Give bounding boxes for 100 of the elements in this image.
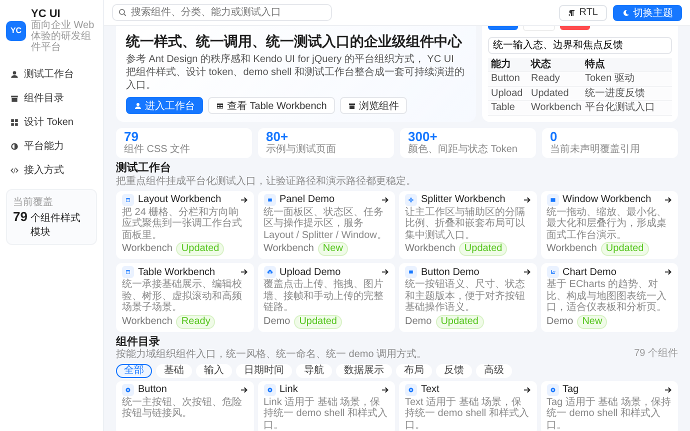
moon-icon (622, 8, 630, 16)
demo-input-field[interactable]: 统一输入态、边界和焦点反馈 (488, 36, 672, 54)
status-tag: Ready (176, 314, 216, 329)
nav-item[interactable]: 测试工作台 (6, 63, 97, 85)
calendar-icon (122, 194, 134, 206)
component-icon (264, 384, 276, 396)
filter-chip[interactable]: 基础 (156, 364, 192, 378)
card-description: 让主工作区与辅助区的分隔比例、折叠和嵌套布局可以集中测试入口。 (405, 206, 526, 242)
card-description: 把 24 栅格、分栏和方向响应式聚焦到一张调工作台式面板里。 (122, 206, 243, 242)
card-title: Upload Demo (280, 266, 342, 278)
component-card[interactable]: Link Link 适用于 基础 场景，保持统一 demo shell 和样式入口。 (258, 380, 395, 431)
hero-title: 统一样式、统一调用、统一测试入口的企业级组件中心 (126, 32, 464, 50)
status-tag: New (318, 242, 348, 256)
workbench-card[interactable]: Panel Demo 统一面板区、状态区、任务区与操作提示区，服务 Layout / Splitter / Window。 Workbench New (258, 190, 395, 260)
panel-icon (405, 266, 417, 278)
stat-label: 当前未声明覆盖引用 (550, 144, 641, 156)
arrow-right-icon (381, 268, 389, 276)
box-icon (348, 102, 356, 110)
filter-chip[interactable]: 高级 (476, 364, 512, 378)
hero-button[interactable]: 查看 Table Workbench (208, 97, 335, 114)
demo-button[interactable] (488, 26, 518, 30)
search-icon (118, 8, 127, 17)
card-description: Tag 适用于 基础 场景，保持统一 demo shell 和样式入口。 (546, 396, 672, 431)
card-description: 统一主按钮、次按钮、危险按钮与链接风。 (122, 396, 243, 420)
arrow-right-icon (240, 268, 248, 276)
card-description: Text 适用于 基础 场景，保持统一 demo shell 和样式入口。 (405, 396, 530, 431)
search-field[interactable]: 搜索组件、分类、能力或测试入口 (112, 4, 332, 21)
status-tag: Updated (294, 314, 342, 329)
filter-chip[interactable]: 数据展示 (336, 364, 392, 378)
card-title: Layout Workbench (138, 194, 222, 206)
demo-button[interactable] (560, 26, 590, 30)
move-icon (405, 194, 417, 206)
filter-chip[interactable]: 反馈 (436, 364, 472, 378)
rtl-button[interactable]: RTL (559, 4, 607, 20)
card-title: Splitter Workbench (421, 194, 506, 206)
type-label: Workbench (122, 243, 172, 256)
card-title: Button (138, 384, 168, 396)
workbench-card[interactable]: Chart Demo 基于 ECharts 的趋势、对比、构成与地图图表统一入口，适合仪表板和分析页。 Demo New (540, 263, 678, 332)
window-icon (546, 194, 558, 206)
card-title: Button Demo (421, 266, 480, 278)
nav-item[interactable]: 设计 Token (6, 111, 97, 133)
logo: YC (6, 20, 26, 40)
section-title: 组件目录 (116, 336, 161, 348)
table-cell-text: Updated (530, 86, 570, 100)
section-description: 按能力域组织组件入口，统一风格、统一命名、统一 demo 调用方式。 (116, 348, 427, 361)
card-title: Link (280, 384, 299, 396)
hero-button[interactable]: 进入工作台 (126, 97, 203, 114)
arrow-right-icon (664, 268, 672, 276)
filter-chip[interactable]: 导航 (296, 364, 332, 378)
section-title: 测试工作台 (116, 162, 172, 176)
table-cell-text: Ready (530, 72, 561, 86)
nav-item[interactable]: 组件目录 (6, 87, 97, 109)
theme-button[interactable]: 切换主题 (613, 4, 682, 20)
hero-description: 参考 Ant Design 的秩序感和 Kendo UI for jQuery 的平台组织方式， YC UI 把组件样式、设计 token、demo shell 和测试工作台整合成一套可持续演进的入口。 (126, 53, 466, 92)
filter-chip[interactable]: 日期时间 (236, 364, 292, 378)
workbench-card[interactable]: Upload Demo 覆盖点击上传、拖拽、图片墙、接帧和手动上传的完整链路。 Demo Updated (258, 263, 395, 332)
filter-chip[interactable]: 布局 (396, 364, 432, 378)
stat-value: 80+ (266, 130, 288, 144)
code-icon (10, 166, 19, 174)
card-title: Chart Demo (562, 266, 618, 278)
brand-title: YC UI (31, 8, 61, 20)
status-tag: Updated (459, 242, 508, 256)
card-title: Text (421, 384, 440, 396)
component-count: 79 个组件 (634, 346, 678, 360)
table-cell-text: Button (490, 72, 521, 86)
arrow-right-icon (522, 386, 530, 394)
panel-icon (264, 194, 276, 206)
arrow-right-icon (522, 268, 530, 276)
column-header: 能力 (490, 58, 512, 71)
section-description: 把重点组件挂成平台化测试入口，让验证路径和演示路径都更稳定。 (116, 176, 417, 188)
table-icon (216, 102, 224, 110)
filter-chip[interactable]: 全部 (116, 364, 152, 378)
workbench-card[interactable]: Window Workbench 统一拖动、缩放、最小化、最大化和层叠行为，形成桌面式工作台演示。 Workbench Updated (540, 190, 678, 260)
card-title: Panel Demo (280, 194, 336, 206)
status-tag: New (577, 314, 608, 329)
stat-label: 组件 CSS 文件 (124, 144, 192, 156)
status-tag: Updated (600, 242, 649, 256)
cloud-icon (264, 266, 276, 278)
status-tag: Updated (176, 242, 224, 256)
type-label: Demo (546, 316, 574, 328)
filter-chip[interactable]: 输入 (196, 364, 232, 378)
component-card[interactable]: Text Text 适用于 基础 场景，保持统一 demo shell 和样式入口。 (399, 380, 536, 431)
hero-button[interactable]: 浏览组件 (340, 97, 407, 114)
status-tag: Updated (436, 314, 484, 329)
nav-item[interactable]: 平台能力 (6, 135, 97, 157)
component-icon (546, 384, 558, 396)
table-cell-text: Table (490, 101, 516, 114)
workbench-card[interactable]: Table Workbench 统一承接基础展示、编辑校验、树形、虚拟滚动和高频场景子场景。 Workbench Ready (116, 263, 254, 332)
component-card[interactable]: Tag Tag 适用于 基础 场景，保持统一 demo shell 和样式入口。 (540, 380, 678, 431)
component-card[interactable]: Button 统一主按钮、次按钮、危险按钮与链接风。 (116, 380, 254, 431)
stat-value: 300+ (408, 130, 438, 144)
chart-icon (546, 266, 558, 278)
brand-subtitle: 面向企业 Web 体验的研发组件平台 (31, 20, 96, 53)
workbench-card[interactable]: Layout Workbench 把 24 栅格、分栏和方向响应式聚焦到一张调工作台式面板里。 Workbench Updated (116, 190, 254, 260)
arrow-right-icon (664, 196, 672, 204)
table-cell-text: 平台化测试入口 (584, 101, 656, 114)
workbench-card[interactable]: Splitter Workbench 让主工作区与辅助区的分隔比例、折叠和嵌套布局可以集中测试入口。 Workbench Updated (399, 190, 536, 260)
workbench-card[interactable]: Button Demo 统一按钮语义、尺寸、状态和主题版本，便于对齐按钮基础操作语义。 Demo Updated (399, 263, 536, 332)
nav-item[interactable]: 接入方式 (6, 159, 97, 181)
card-description: 统一承接基础展示、编辑校验、树形、虚拟滚动和高频场景子场景。 (122, 279, 243, 314)
